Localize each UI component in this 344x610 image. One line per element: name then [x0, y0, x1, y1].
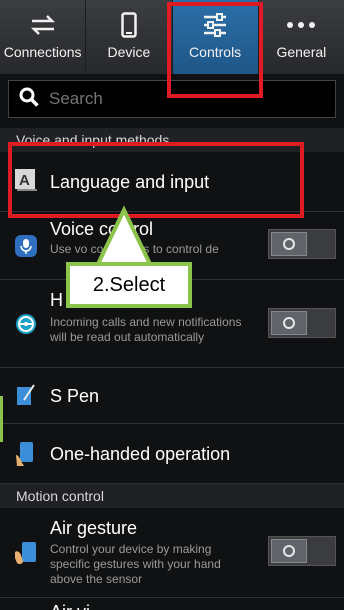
- green-side-marker: [0, 396, 3, 442]
- callout-text: 2.Select: [92, 273, 166, 296]
- callout-box: 2.Select: [66, 262, 192, 308]
